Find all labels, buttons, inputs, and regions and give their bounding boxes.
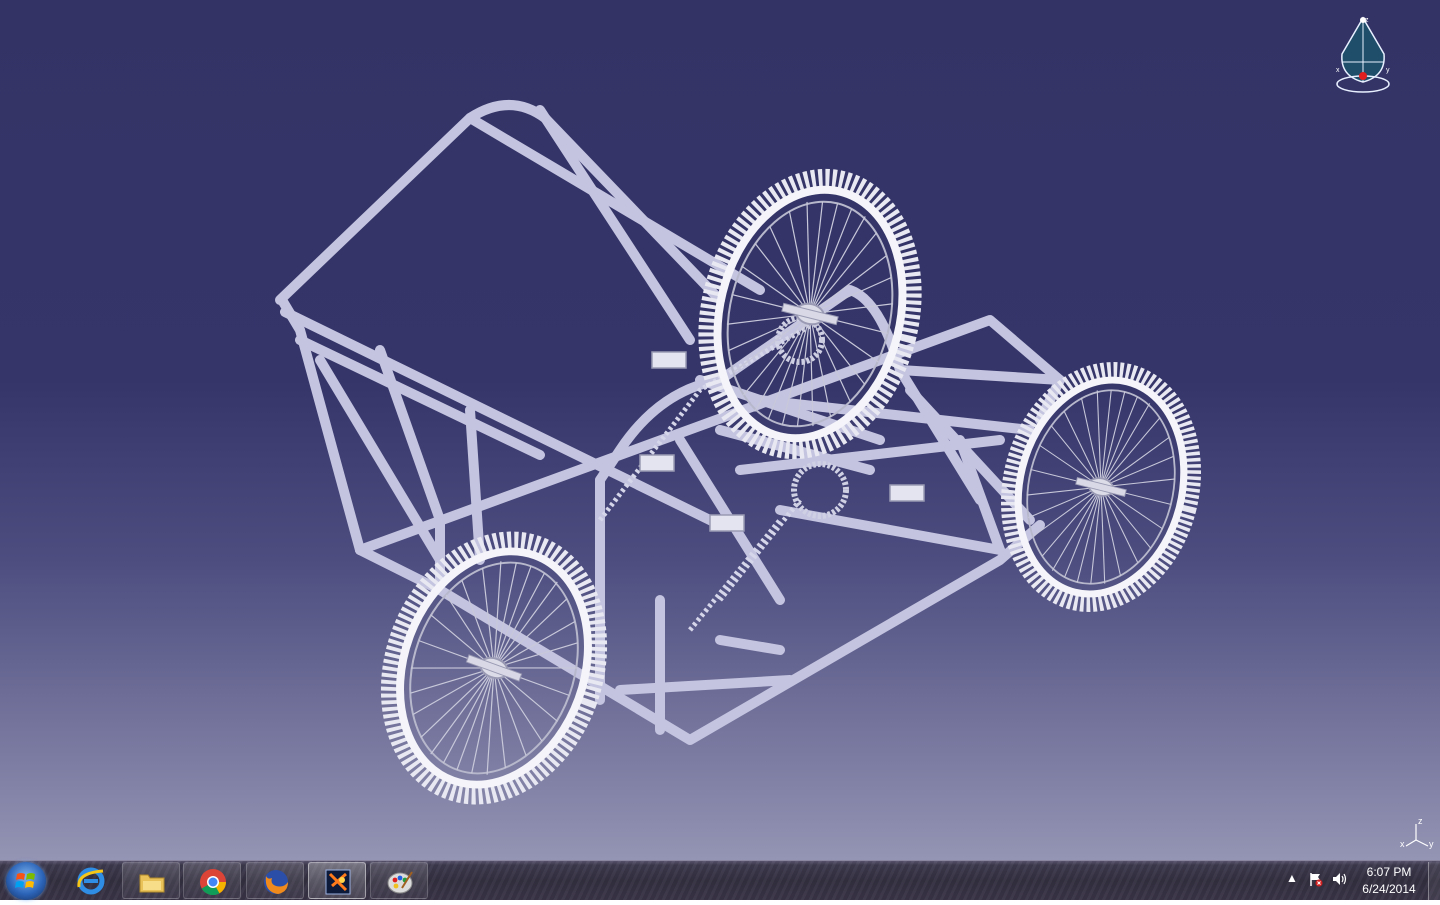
internet-explorer-icon [77,867,105,895]
volume-speaker-icon[interactable] [1331,871,1349,890]
firefox-icon [264,870,288,894]
action-center-flag-icon[interactable] [1308,871,1324,890]
clock-time: 6:07 PM [1366,865,1412,879]
taskbar-button-file-explorer[interactable] [122,862,180,899]
taskbar-clock[interactable]: 6:07 PM 6/24/2014 [1350,864,1428,898]
compass-label-z: z [1365,17,1369,24]
paint-palette-icon [387,871,413,894]
tricycle-frame-3d-model[interactable] [0,0,1440,860]
windows-start-orb-icon[interactable] [6,862,46,900]
windows-taskbar [0,860,1440,900]
taskbar-button-firefox[interactable] [246,862,304,899]
triad-label-y: y [1429,839,1434,849]
taskbar-button-catia[interactable] [308,862,366,899]
axis-triad-icon: z x y [1400,816,1434,849]
compass-label-x: x [1336,67,1340,74]
show-desktop-button[interactable] [1428,862,1440,900]
folder-icon [139,874,165,893]
cad-3d-viewport[interactable]: z x y z x y [0,0,1440,860]
triad-label-x: x [1400,839,1405,849]
clock-date: 6/24/2014 [1362,882,1416,896]
orientation-compass-icon[interactable]: z x y [1328,12,1398,98]
taskbar-button-paint[interactable] [370,862,428,899]
chrome-icon [200,869,227,896]
taskbar-button-internet-explorer[interactable] [62,862,120,899]
triad-label-z: z [1418,816,1423,826]
show-hidden-icons-icon[interactable]: ▲ [1286,871,1298,885]
windows-logo-icon [15,873,35,888]
taskbar-button-google-chrome[interactable] [183,862,241,899]
catia-icon [325,869,351,895]
compass-label-y: y [1386,67,1390,74]
